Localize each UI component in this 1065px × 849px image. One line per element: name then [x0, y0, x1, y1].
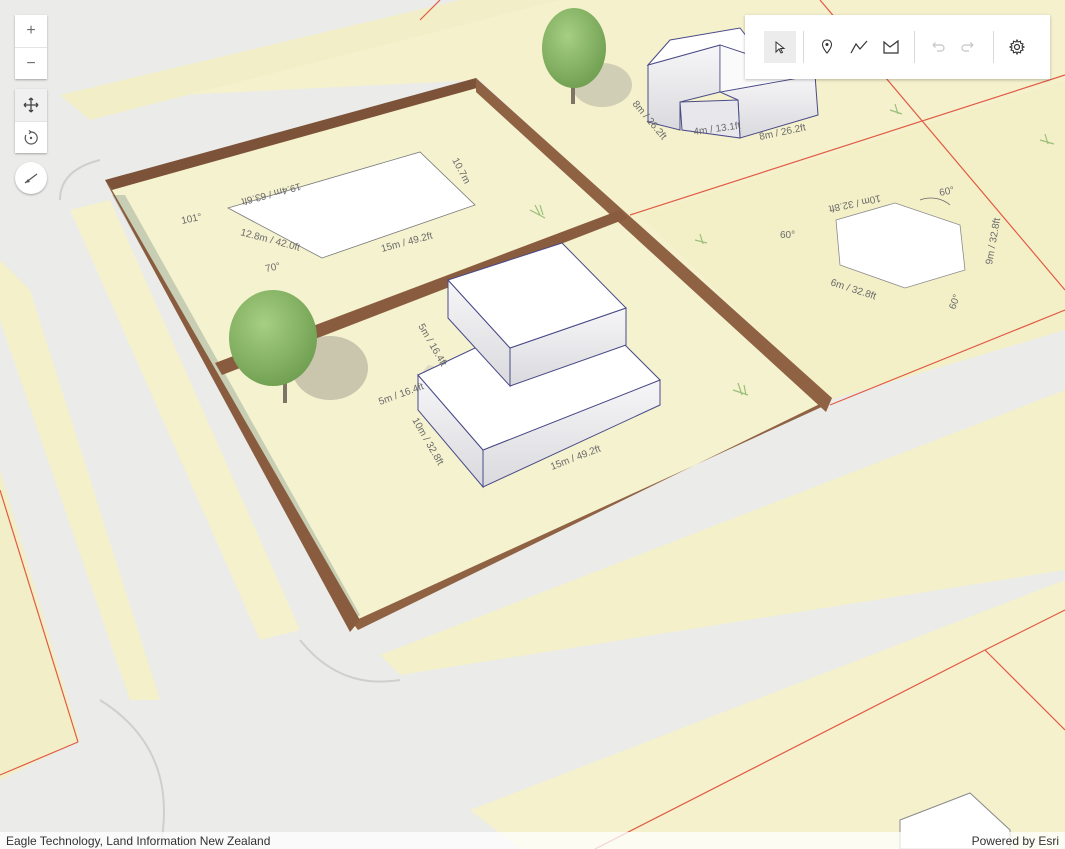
undo-icon	[932, 42, 945, 52]
rotate-button[interactable]	[15, 121, 47, 153]
dim-hex-angle1: 60°	[780, 230, 795, 241]
toolbar-divider	[993, 31, 994, 63]
powered-by-esri[interactable]: Powered by Esri	[972, 834, 1059, 848]
polygon-tool-button[interactable]	[875, 31, 907, 63]
gear-icon	[1009, 39, 1025, 55]
attribution-credits[interactable]: Eagle Technology, Land Information New Z…	[6, 834, 270, 848]
compass-button[interactable]	[15, 162, 47, 194]
zoom-in-button[interactable]: +	[15, 15, 47, 47]
zoom-out-button[interactable]: −	[15, 47, 47, 79]
polygon-icon	[883, 39, 899, 54]
pan-button[interactable]	[15, 89, 47, 121]
zoom-controls: + −	[15, 15, 47, 79]
settings-button[interactable]	[1001, 31, 1033, 63]
undo-button[interactable]	[921, 31, 953, 63]
cursor-icon	[775, 40, 786, 54]
pan-icon	[23, 97, 39, 113]
attribution-bar: Eagle Technology, Land Information New Z…	[0, 832, 1065, 849]
polyline-tool-button[interactable]	[843, 31, 875, 63]
toolbar-divider	[914, 31, 915, 63]
compass-icon	[24, 173, 38, 184]
map-pin-icon	[821, 39, 833, 54]
navigation-mode-controls	[15, 89, 47, 153]
rotate-icon	[24, 129, 38, 145]
toolbar-divider	[803, 31, 804, 63]
polyline-icon	[850, 40, 868, 54]
select-tool-button[interactable]	[764, 31, 796, 63]
sketch-toolbar	[745, 15, 1050, 79]
redo-button[interactable]	[953, 31, 985, 63]
redo-icon	[961, 42, 974, 52]
map-scene[interactable]: 19.4m / 63.6ft 12.8m / 42.0ft 15m / 49.2…	[0, 0, 1065, 849]
point-tool-button[interactable]	[811, 31, 843, 63]
